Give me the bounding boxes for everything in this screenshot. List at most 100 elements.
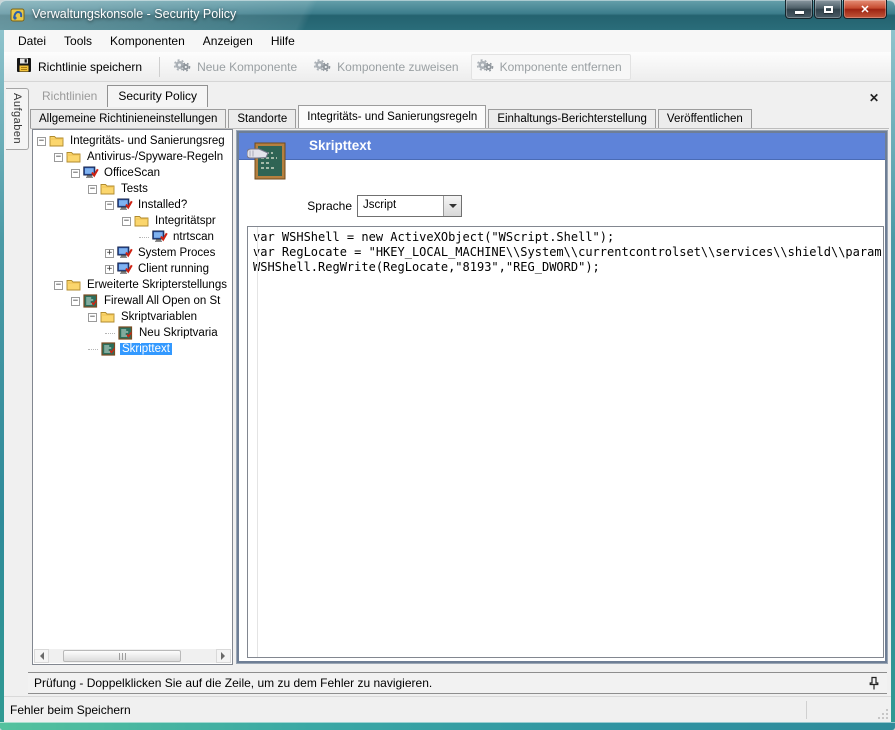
scrollbar-thumb[interactable] bbox=[63, 650, 181, 662]
maximize-button[interactable] bbox=[814, 0, 842, 19]
tab-veröffentlichen[interactable]: Veröffentlichen bbox=[657, 109, 752, 129]
folder-icon bbox=[100, 310, 116, 324]
check-result-bar: Prüfung - Doppelklicken Sie auf die Zeil… bbox=[28, 672, 887, 694]
folder-icon bbox=[66, 278, 82, 292]
status-separator bbox=[806, 701, 807, 719]
tree-item-officescan[interactable]: − OfficeScan bbox=[33, 165, 232, 181]
tree-item-label[interactable]: Integritätspr bbox=[153, 215, 218, 227]
chalkboard-hand-icon bbox=[246, 141, 289, 183]
collapse-icon[interactable]: − bbox=[71, 168, 80, 178]
collapse-icon[interactable]: − bbox=[122, 216, 131, 226]
close-icon: ✕ bbox=[860, 3, 870, 16]
language-dropdown[interactable]: Jscript bbox=[357, 195, 462, 217]
tab-allgemeine-richtinieneinstellungen[interactable]: Allgemeine Richtinieneinstellungen bbox=[30, 109, 227, 129]
tree-item-label[interactable]: Integritäts- und Sanierungsreg bbox=[68, 135, 227, 147]
tab-security-policy[interactable]: Security Policy bbox=[107, 85, 209, 107]
close-button[interactable]: ✕ bbox=[843, 0, 887, 19]
minimize-icon bbox=[794, 10, 804, 14]
tree-item-label[interactable]: Skriptvariablen bbox=[119, 311, 199, 323]
maximize-icon bbox=[823, 5, 833, 13]
tree-item-label[interactable]: Skripttext bbox=[120, 343, 172, 355]
tab-standorte[interactable]: Standorte bbox=[228, 109, 297, 129]
tree-item-label[interactable]: Installed? bbox=[136, 199, 189, 211]
new-component-label: Neue Komponente bbox=[197, 59, 298, 74]
menu-item-datei[interactable]: Datei bbox=[9, 31, 55, 51]
remove-component-label: Komponente entfernen bbox=[499, 59, 622, 74]
collapse-icon[interactable]: − bbox=[88, 312, 97, 322]
window-title: Verwaltungskonsole - Security Policy bbox=[32, 7, 237, 21]
tree-item-label[interactable]: OfficeScan bbox=[102, 167, 162, 179]
save-policy-button[interactable]: Richtlinie speichern bbox=[12, 54, 150, 79]
collapse-icon[interactable]: − bbox=[54, 152, 63, 162]
policy-tree-panel: − Integritäts- und Sanierungsreg − Antiviru… bbox=[32, 129, 233, 665]
pin-icon[interactable] bbox=[867, 676, 881, 691]
assign-component-button[interactable]: Komponente zuweisen bbox=[309, 55, 466, 79]
tasks-side-tab-label: Aufgaben bbox=[11, 93, 23, 145]
tree-item-label[interactable]: ntrtscan bbox=[171, 231, 216, 243]
tree-item-label[interactable]: Antivirus-/Spyware-Regeln bbox=[85, 151, 225, 163]
window-border-bottom bbox=[0, 722, 895, 730]
script-icon bbox=[101, 342, 117, 356]
script-text-editor[interactable]: var WSHShell = new ActiveXObject("WScrip… bbox=[247, 226, 884, 658]
menu-item-tools[interactable]: Tools bbox=[55, 31, 101, 51]
tab-close-icon[interactable]: ✕ bbox=[867, 92, 881, 106]
expand-icon[interactable]: + bbox=[105, 264, 114, 274]
tree-item-ntrtscan[interactable]: ntrtscan bbox=[33, 229, 232, 245]
tree-item-label[interactable]: Tests bbox=[119, 183, 150, 195]
collapse-icon[interactable]: − bbox=[37, 136, 46, 146]
chevron-down-icon bbox=[448, 204, 457, 212]
resize-grip[interactable] bbox=[877, 708, 889, 720]
dropdown-button[interactable] bbox=[443, 196, 461, 216]
tree-item-label[interactable]: Erweiterte Skripterstellungs bbox=[85, 279, 229, 291]
scroll-left-button[interactable] bbox=[34, 649, 49, 663]
collapse-icon[interactable]: − bbox=[105, 200, 114, 210]
minimize-button[interactable] bbox=[785, 0, 813, 19]
computer-icon bbox=[117, 198, 133, 212]
tasks-side-tab[interactable]: Aufgaben bbox=[6, 88, 29, 150]
new-component-button[interactable]: Neue Komponente bbox=[169, 55, 305, 79]
tree-item-client-running[interactable]: + Client running bbox=[33, 261, 232, 277]
collapse-icon[interactable]: − bbox=[54, 280, 63, 290]
computer-icon bbox=[83, 166, 99, 180]
tree-item-integritätspr[interactable]: − Integritätspr bbox=[33, 213, 232, 229]
tree-item-installed[interactable]: − Installed? bbox=[33, 197, 232, 213]
tree-item-integritäts-und-sanierungsreg[interactable]: − Integritäts- und Sanierungsreg bbox=[33, 133, 232, 149]
tree-item-label[interactable]: Neu Skriptvaria bbox=[137, 327, 220, 339]
computer-icon bbox=[117, 246, 133, 260]
expand-icon[interactable]: + bbox=[105, 248, 114, 258]
language-label: Sprache bbox=[307, 199, 352, 213]
tree-item-label[interactable]: Firewall All Open on St bbox=[102, 295, 222, 307]
tree-item-tests[interactable]: − Tests bbox=[33, 181, 232, 197]
collapse-icon[interactable]: − bbox=[71, 296, 80, 306]
menu-item-hilfe[interactable]: Hilfe bbox=[262, 31, 304, 51]
save-icon bbox=[16, 57, 32, 76]
tree-item-erweiterte-skripterstellungs[interactable]: − Erweiterte Skripterstellungs bbox=[33, 277, 232, 293]
folder-icon bbox=[49, 134, 65, 148]
scroll-right-button[interactable] bbox=[216, 649, 231, 663]
language-value: Jscript bbox=[363, 199, 397, 211]
section-tabs: Allgemeine Richtinieneinstellungen Stando… bbox=[30, 105, 754, 129]
collapse-icon[interactable]: − bbox=[88, 184, 97, 194]
tree-item-label[interactable]: System Proces bbox=[136, 247, 217, 259]
folder-icon bbox=[100, 182, 116, 196]
toolbar: Richtlinie speichern Neue Komponente Kom… bbox=[4, 52, 891, 82]
title-bar[interactable]: Verwaltungskonsole - Security Policy ✕ bbox=[0, 0, 895, 30]
tree-item-neu-skriptvaria[interactable]: Neu Skriptvaria bbox=[33, 325, 232, 341]
document-tabs: Richtlinien Security Policy bbox=[32, 85, 209, 107]
language-row: Sprache Jscript bbox=[239, 195, 639, 217]
menu-item-komponenten[interactable]: Komponenten bbox=[101, 31, 194, 51]
tree-item-system-proces[interactable]: + System Proces bbox=[33, 245, 232, 261]
tree-item-firewall-all-open-on-st[interactable]: − Firewall All Open on St bbox=[33, 293, 232, 309]
tree-item-antivirus-spyware-regeln[interactable]: − Antivirus-/Spyware-Regeln bbox=[33, 149, 232, 165]
tab-richtlinien[interactable]: Richtlinien bbox=[32, 86, 107, 107]
remove-component-button[interactable]: Komponente entfernen bbox=[470, 53, 631, 80]
tree-item-skripttext[interactable]: Skripttext bbox=[33, 341, 232, 357]
check-result-text: Prüfung - Doppelklicken Sie auf die Zeil… bbox=[34, 676, 433, 690]
tab-einhaltungs-berichterstellung[interactable]: Einhaltungs-Berichterstellung bbox=[488, 109, 656, 129]
tab-integritäts-und-sanierungsregeln[interactable]: Integritäts- und Sanierungsregeln bbox=[298, 105, 487, 129]
tree-item-skriptvariablen[interactable]: − Skriptvariablen bbox=[33, 309, 232, 325]
menu-item-anzeigen[interactable]: Anzeigen bbox=[194, 31, 262, 51]
menu-bar: Datei Tools Komponenten Anzeigen Hilfe bbox=[4, 30, 891, 52]
tree-item-label[interactable]: Client running bbox=[136, 263, 211, 275]
tree-horizontal-scrollbar[interactable] bbox=[34, 649, 231, 663]
